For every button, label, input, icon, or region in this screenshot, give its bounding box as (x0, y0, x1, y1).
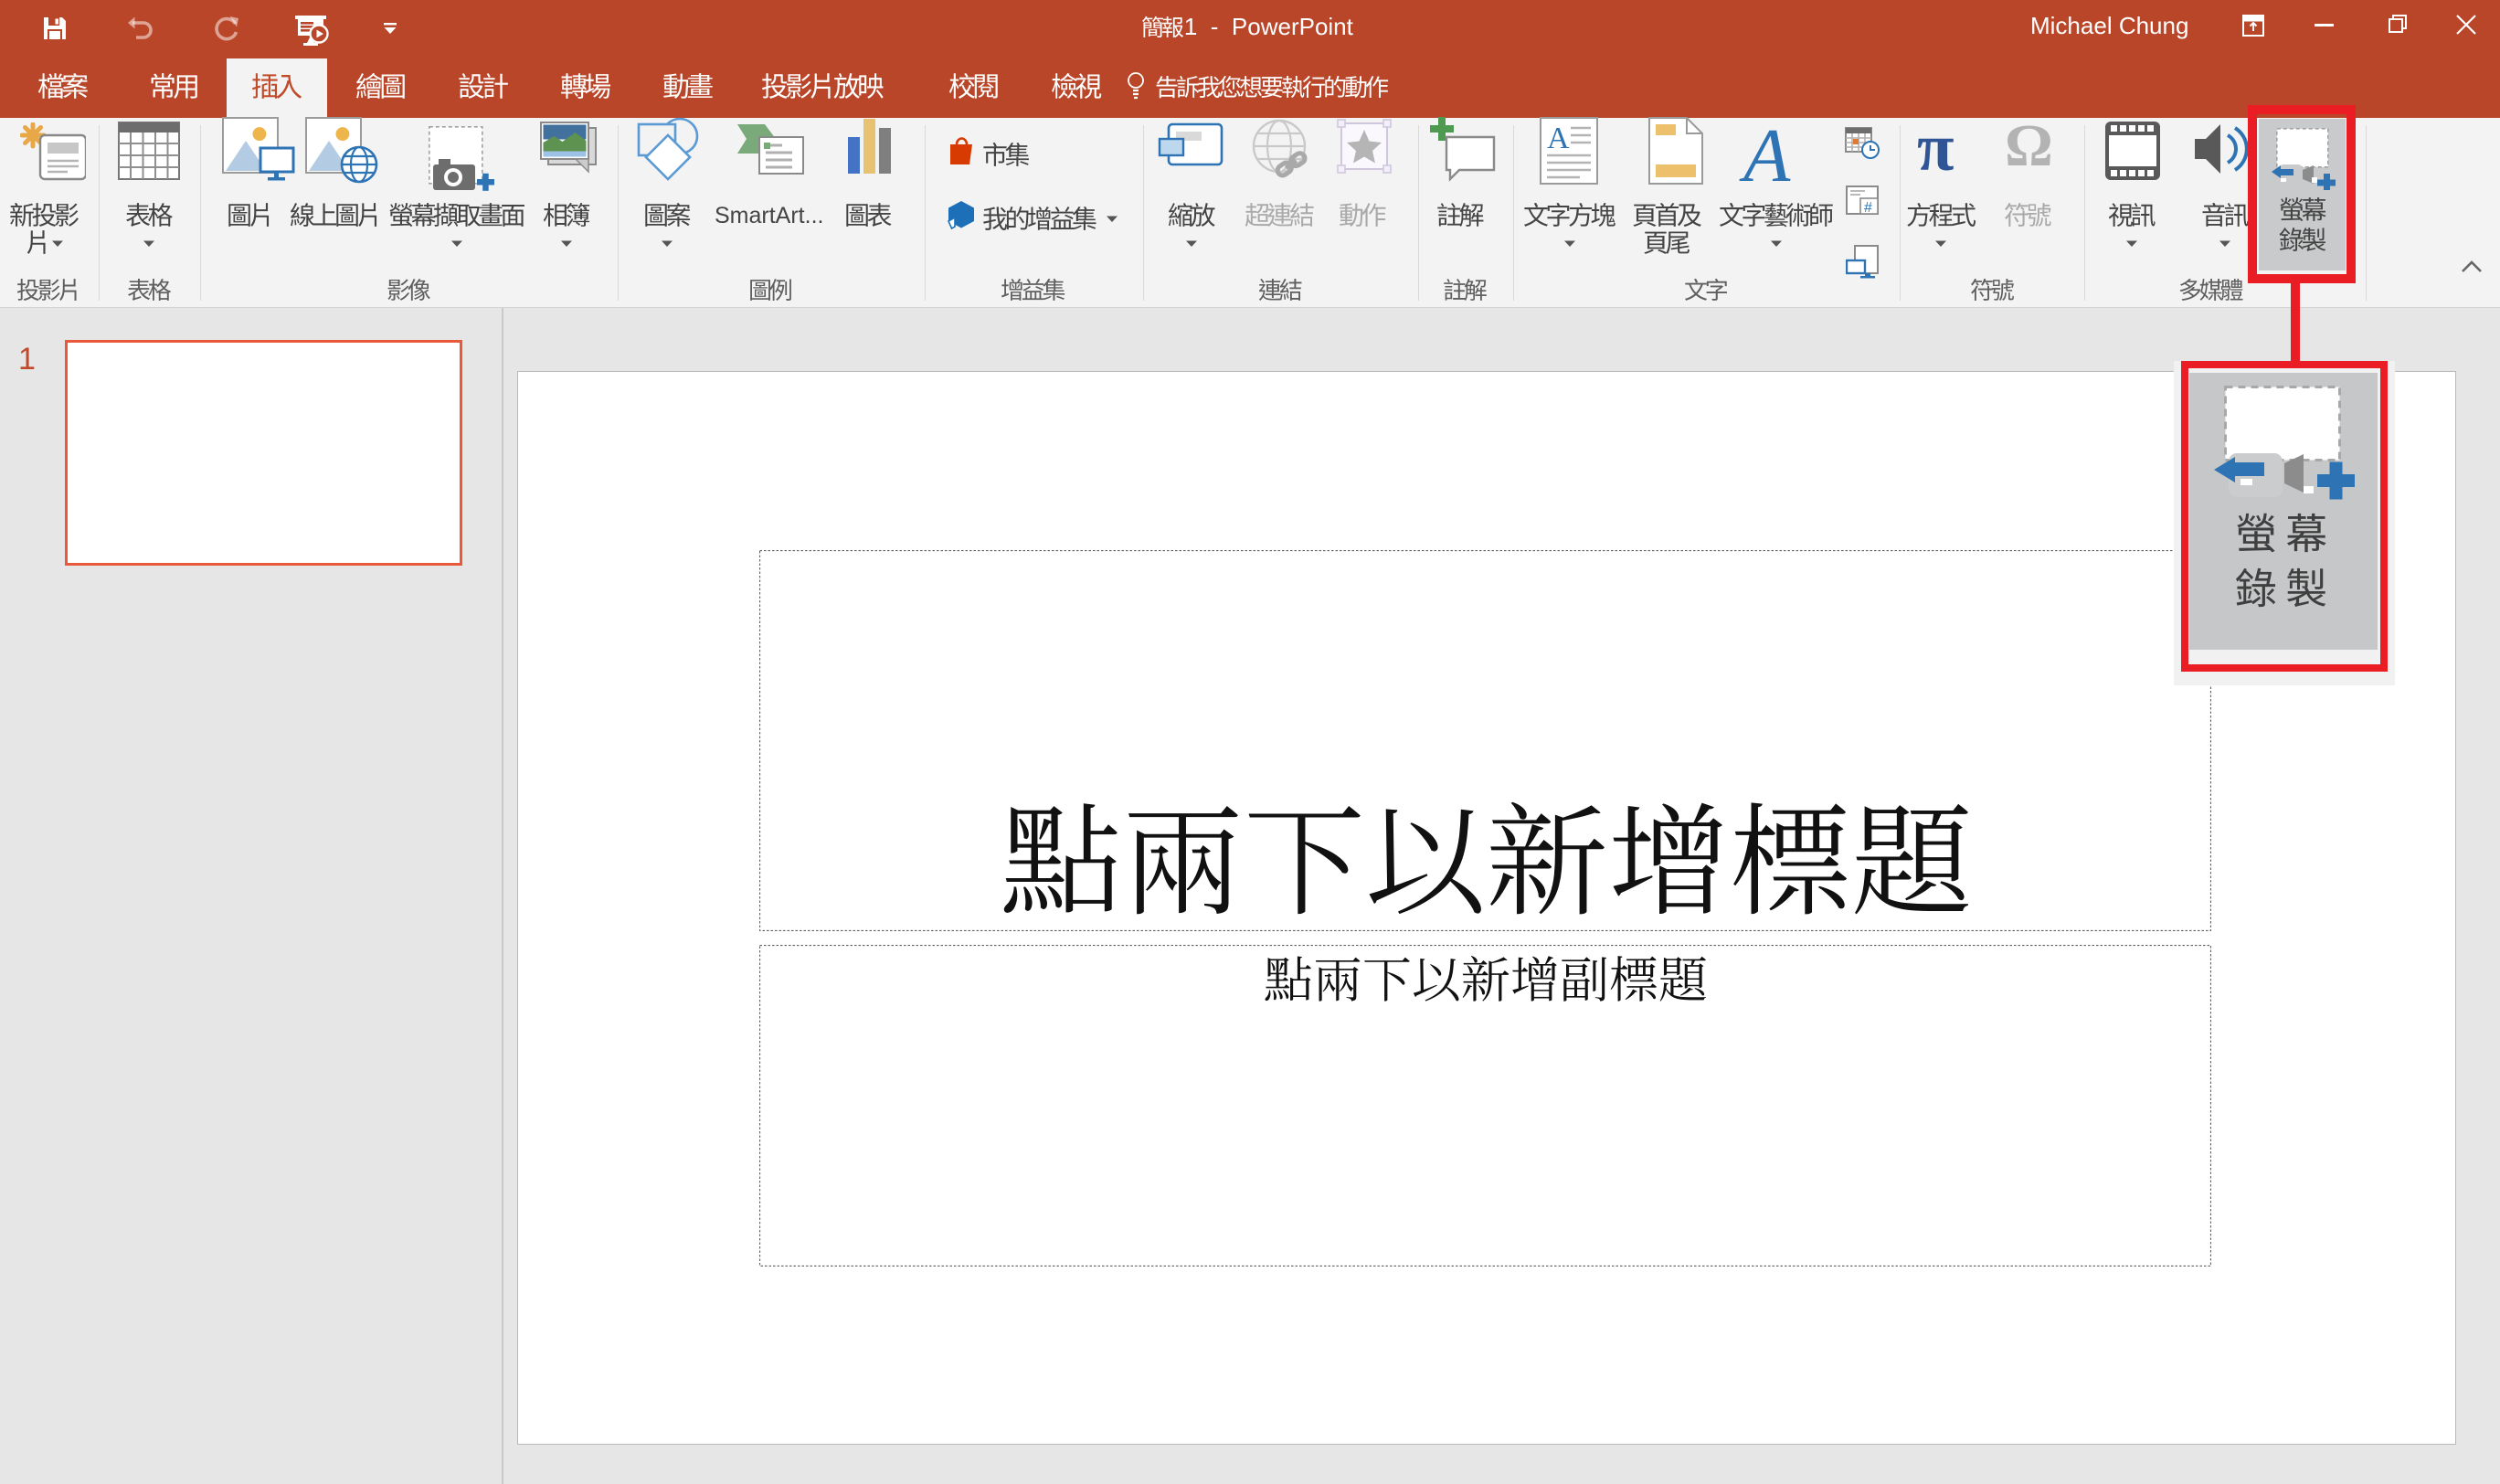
svg-text:A: A (1547, 122, 1570, 155)
svg-text:#: # (1864, 200, 1872, 216)
